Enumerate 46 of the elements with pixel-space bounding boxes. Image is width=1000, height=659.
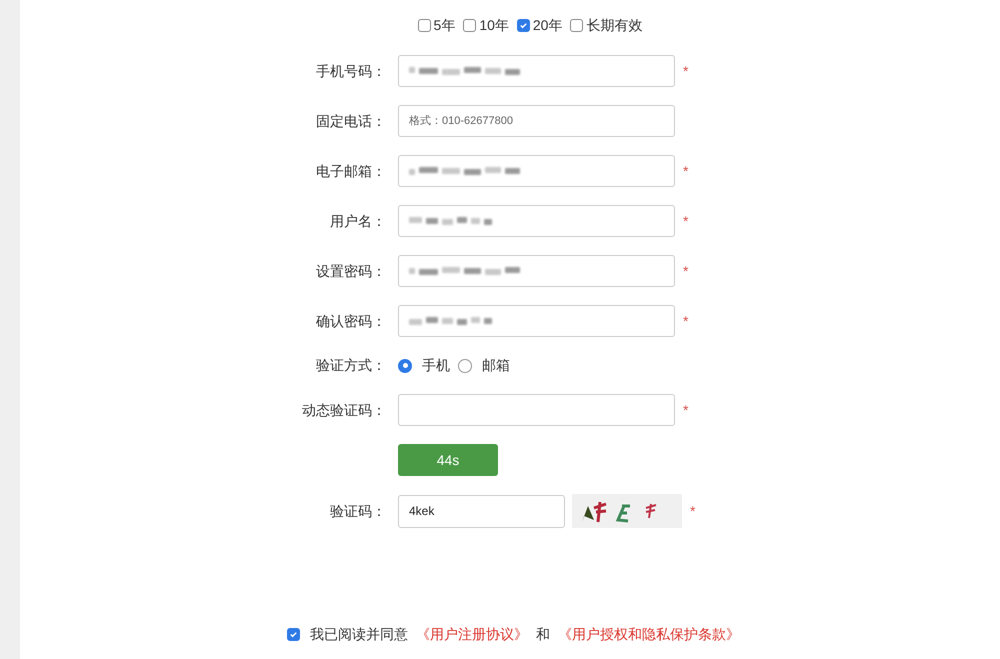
privacy-link[interactable]: 《用户授权和隐私保护条款》 [558, 624, 740, 645]
input-field[interactable] [398, 305, 675, 337]
radio-button[interactable] [458, 358, 472, 372]
field-label: 验证方式： [315, 356, 387, 375]
checkbox-label: 长期有效 [586, 16, 642, 35]
field-label: 设置密码： [315, 262, 387, 280]
field-label: 手机号码： [315, 62, 387, 80]
checkbox[interactable] [463, 19, 476, 32]
input-field[interactable] [398, 55, 675, 87]
field-label: 用户名： [329, 212, 387, 230]
required-mark: * [683, 62, 688, 81]
field-label: 电子邮箱： [315, 162, 387, 180]
input-field[interactable] [398, 155, 675, 187]
agreement-text: 我已阅读并同意 [310, 625, 408, 644]
field-label: 验证码： [329, 502, 387, 520]
radio-button[interactable] [398, 358, 412, 372]
required-mark: * [683, 162, 688, 181]
check-icon [289, 630, 298, 639]
field-label: 动态验证码： [301, 400, 387, 420]
countdown-button[interactable]: 44s [398, 444, 498, 476]
joiner-text: 和 [536, 625, 550, 644]
field-label: 确认密码： [315, 312, 387, 330]
radio-label: 手机 [422, 356, 450, 375]
checkbox-label: 5年 [434, 16, 456, 35]
required-mark: * [683, 312, 688, 331]
radio-label: 邮箱 [482, 356, 510, 375]
required-mark: * [683, 212, 688, 231]
placeholder: 格式：010-62677800 [409, 114, 513, 129]
input-field[interactable] [398, 255, 675, 287]
input-value: 4kek [409, 503, 434, 520]
input-field[interactable] [398, 394, 675, 426]
checkbox-label: 20年 [532, 16, 562, 35]
checkbox[interactable] [516, 19, 530, 32]
checkbox[interactable] [418, 19, 431, 32]
checkbox-label: 10年 [479, 16, 509, 35]
checkbox[interactable] [287, 628, 300, 641]
required-mark: * [683, 401, 688, 420]
agreement-link[interactable]: 《用户注册协议》 [416, 624, 528, 645]
required-mark: * [690, 502, 696, 521]
check-icon [518, 21, 528, 30]
checkbox[interactable] [570, 19, 584, 32]
input-field[interactable]: 格式：010-62677800 [398, 105, 675, 137]
required-mark: * [683, 262, 688, 281]
field-label: 固定电话： [315, 112, 387, 130]
input-field[interactable]: 4kek [398, 494, 565, 528]
input-field[interactable] [398, 205, 675, 237]
